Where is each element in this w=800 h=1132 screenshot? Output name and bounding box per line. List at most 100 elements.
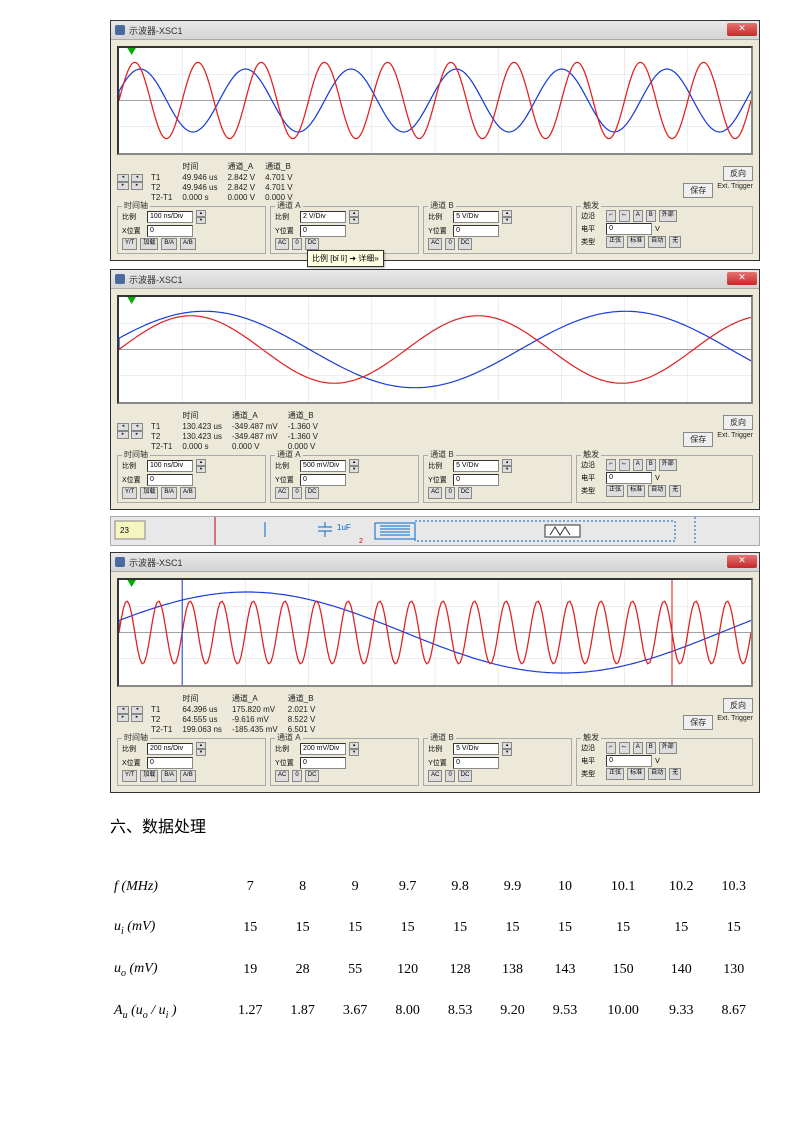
trigger-b-button[interactable]: B <box>646 742 656 754</box>
up-icon[interactable]: ▲ <box>502 210 512 217</box>
trigger-ext-button[interactable]: 外部 <box>659 459 677 471</box>
trigger-type-button[interactable]: 正弦 <box>606 768 624 780</box>
timebase-mode-button[interactable]: 加载 <box>140 770 158 782</box>
cursor-down-icon[interactable]: ▸ <box>131 714 143 722</box>
timebase-mode-button[interactable]: B/A <box>161 770 177 782</box>
cursor-up-icon[interactable]: ◂ <box>117 706 129 714</box>
cursor-down-icon[interactable]: ▸ <box>131 182 143 190</box>
up-icon[interactable]: ▲ <box>349 742 359 749</box>
close-icon[interactable]: ✕ <box>727 23 757 36</box>
channel-b-mode-button[interactable]: DC <box>458 238 473 250</box>
edge-rise-button[interactable]: ⌐ <box>606 459 616 471</box>
reverse-button[interactable]: 反向 <box>723 415 753 430</box>
titlebar[interactable]: 示波器-XSC1✕ <box>111 21 759 40</box>
channel-a-scale-input[interactable]: 2 V/Div <box>300 211 346 223</box>
channel-b-mode-button[interactable]: AC <box>428 487 442 499</box>
cursor-down-icon[interactable]: ▸ <box>131 431 143 439</box>
down-icon[interactable]: ▼ <box>196 749 206 756</box>
up-icon[interactable]: ▲ <box>196 742 206 749</box>
cursor-down-icon[interactable]: ▸ <box>117 182 129 190</box>
down-icon[interactable]: ▼ <box>349 466 359 473</box>
timebase-mode-button[interactable]: B/A <box>161 238 177 250</box>
cursor-up-icon[interactable]: ◂ <box>131 423 143 431</box>
titlebar[interactable]: 示波器-XSC1✕ <box>111 270 759 289</box>
trigger-type-button[interactable]: 标准 <box>627 485 645 497</box>
scope-display[interactable] <box>117 46 753 155</box>
trigger-type-button[interactable]: 正弦 <box>606 485 624 497</box>
save-button[interactable]: 保存 <box>683 432 713 447</box>
level-input[interactable]: 0 <box>606 223 652 235</box>
up-icon[interactable]: ▲ <box>349 459 359 466</box>
timebase-mode-button[interactable]: 加载 <box>140 238 158 250</box>
down-icon[interactable]: ▼ <box>196 466 206 473</box>
down-icon[interactable]: ▼ <box>349 217 359 224</box>
down-icon[interactable]: ▼ <box>502 749 512 756</box>
timebase-pos-input[interactable]: 0 <box>147 474 193 486</box>
channel-a-mode-button[interactable]: AC <box>275 770 289 782</box>
timebase-scale-input[interactable]: 200 ns/Div <box>147 743 193 755</box>
down-icon[interactable]: ▼ <box>349 749 359 756</box>
channel-a-pos-input[interactable]: 0 <box>300 225 346 237</box>
timebase-mode-button[interactable]: A/B <box>180 770 196 782</box>
channel-b-mode-button[interactable]: 0 <box>445 487 454 499</box>
scope-display[interactable] <box>117 578 753 687</box>
level-input[interactable]: 0 <box>606 755 652 767</box>
reverse-button[interactable]: 反向 <box>723 166 753 181</box>
timebase-mode-button[interactable]: 加载 <box>140 487 158 499</box>
channel-a-mode-button[interactable]: AC <box>275 487 289 499</box>
scope-display[interactable] <box>117 295 753 404</box>
channel-b-pos-input[interactable]: 0 <box>453 225 499 237</box>
edge-fall-button[interactable]: ⌙ <box>619 459 630 471</box>
channel-b-scale-input[interactable]: 5 V/Div <box>453 743 499 755</box>
edge-fall-button[interactable]: ⌙ <box>619 210 630 222</box>
trigger-type-button[interactable]: 标准 <box>627 768 645 780</box>
trigger-a-button[interactable]: A <box>633 210 643 222</box>
trigger-b-button[interactable]: B <box>646 459 656 471</box>
titlebar[interactable]: 示波器-XSC1✕ <box>111 553 759 572</box>
close-icon[interactable]: ✕ <box>727 555 757 568</box>
trigger-type-button[interactable]: 自动 <box>648 485 666 497</box>
channel-b-mode-button[interactable]: AC <box>428 770 442 782</box>
timebase-mode-button[interactable]: A/B <box>180 238 196 250</box>
trigger-ext-button[interactable]: 外部 <box>659 742 677 754</box>
channel-b-mode-button[interactable]: 0 <box>445 770 454 782</box>
trigger-b-button[interactable]: B <box>646 210 656 222</box>
trigger-type-button[interactable]: 自动 <box>648 768 666 780</box>
channel-a-scale-input[interactable]: 500 mV/Div <box>300 460 346 472</box>
channel-a-scale-input[interactable]: 200 mV/Div <box>300 743 346 755</box>
channel-b-pos-input[interactable]: 0 <box>453 474 499 486</box>
timebase-pos-input[interactable]: 0 <box>147 225 193 237</box>
down-icon[interactable]: ▼ <box>502 466 512 473</box>
channel-b-mode-button[interactable]: AC <box>428 238 442 250</box>
trigger-a-button[interactable]: A <box>633 742 643 754</box>
channel-b-mode-button[interactable]: DC <box>458 770 473 782</box>
trigger-type-button[interactable]: 无 <box>669 485 681 497</box>
reverse-button[interactable]: 反向 <box>723 698 753 713</box>
timebase-scale-input[interactable]: 100 ns/Div <box>147 211 193 223</box>
up-icon[interactable]: ▲ <box>349 210 359 217</box>
down-icon[interactable]: ▼ <box>196 217 206 224</box>
timebase-mode-button[interactable]: B/A <box>161 487 177 499</box>
edge-fall-button[interactable]: ⌙ <box>619 742 630 754</box>
timebase-mode-button[interactable]: Y/T <box>122 487 137 499</box>
up-icon[interactable]: ▲ <box>196 210 206 217</box>
trigger-type-button[interactable]: 无 <box>669 768 681 780</box>
up-icon[interactable]: ▲ <box>502 742 512 749</box>
timebase-mode-button[interactable]: Y/T <box>122 238 137 250</box>
trigger-type-button[interactable]: 正弦 <box>606 236 624 248</box>
channel-b-scale-input[interactable]: 5 V/Div <box>453 211 499 223</box>
channel-a-mode-button[interactable]: 0 <box>292 770 301 782</box>
channel-a-mode-button[interactable]: DC <box>305 238 320 250</box>
channel-b-pos-input[interactable]: 0 <box>453 757 499 769</box>
channel-a-mode-button[interactable]: 0 <box>292 238 301 250</box>
close-icon[interactable]: ✕ <box>727 272 757 285</box>
cursor-up-icon[interactable]: ◂ <box>117 423 129 431</box>
trigger-a-button[interactable]: A <box>633 459 643 471</box>
level-input[interactable]: 0 <box>606 472 652 484</box>
save-button[interactable]: 保存 <box>683 715 713 730</box>
cursor-down-icon[interactable]: ▸ <box>117 431 129 439</box>
save-button[interactable]: 保存 <box>683 183 713 198</box>
timebase-pos-input[interactable]: 0 <box>147 757 193 769</box>
trigger-type-button[interactable]: 标准 <box>627 236 645 248</box>
channel-a-mode-button[interactable]: DC <box>305 770 320 782</box>
